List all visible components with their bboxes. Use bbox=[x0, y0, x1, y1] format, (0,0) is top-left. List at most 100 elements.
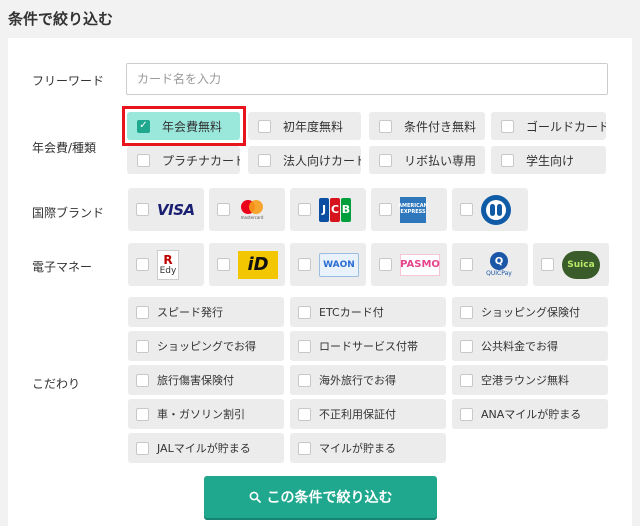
feature-shopping-deals[interactable]: ショッピングでお得 bbox=[128, 331, 284, 361]
checkbox-icon[interactable] bbox=[460, 258, 473, 271]
option-first-year-free[interactable]: 初年度無料 bbox=[248, 112, 361, 140]
feature-ana-miles[interactable]: ANAマイルが貯まる bbox=[452, 399, 608, 429]
option-label: マイルが貯まる bbox=[319, 442, 396, 455]
checkbox-icon[interactable] bbox=[379, 119, 392, 133]
feature-etc-card[interactable]: ETCカード付 bbox=[290, 297, 446, 327]
option-student[interactable]: 学生向け bbox=[491, 146, 606, 174]
checkbox-icon[interactable] bbox=[258, 119, 271, 133]
emoney-label: 電子マネー bbox=[32, 260, 93, 274]
option-label: 不正利用保証付 bbox=[319, 408, 396, 421]
option-label: プラチナカード bbox=[162, 153, 240, 168]
checkbox-icon[interactable] bbox=[136, 407, 149, 421]
checkbox-icon[interactable] bbox=[379, 153, 392, 167]
page-title: 条件で絞り込む bbox=[8, 10, 114, 28]
checkbox-icon[interactable] bbox=[298, 305, 311, 319]
feature-overseas-travel[interactable]: 海外旅行でお得 bbox=[290, 365, 446, 395]
checkbox-icon[interactable] bbox=[136, 203, 149, 216]
brand-jcb[interactable]: JCB bbox=[290, 188, 366, 231]
checkbox-icon[interactable] bbox=[217, 258, 230, 271]
option-revolving-only[interactable]: リボ払い専用 bbox=[369, 146, 485, 174]
visa-logo-icon: VISA bbox=[157, 200, 195, 219]
quicpay-logo-icon: Q QUICPay bbox=[481, 251, 517, 279]
option-conditional-free[interactable]: 条件付き無料 bbox=[369, 112, 485, 140]
option-label: ショッピングでお得 bbox=[157, 340, 256, 353]
checkbox-icon[interactable] bbox=[137, 153, 150, 167]
checkbox-icon[interactable] bbox=[460, 373, 473, 387]
feature-road-service[interactable]: ロードサービス付帯 bbox=[290, 331, 446, 361]
card-name-search-input[interactable] bbox=[126, 63, 608, 95]
option-label: ショッピング保険付 bbox=[481, 306, 580, 319]
emoney-id[interactable]: iD bbox=[209, 243, 285, 286]
checkbox-icon[interactable] bbox=[258, 153, 271, 167]
feature-travel-insurance[interactable]: 旅行傷害保険付 bbox=[128, 365, 284, 395]
option-label: 条件付き無料 bbox=[404, 119, 477, 134]
emoney-quicpay[interactable]: Q QUICPay bbox=[452, 243, 528, 286]
option-label: 公共料金でお得 bbox=[481, 340, 558, 353]
emoney-edy[interactable]: R Edy bbox=[128, 243, 204, 286]
option-label: 車・ガソリン割引 bbox=[157, 408, 245, 421]
brand-amex[interactable]: AMERICAN EXPRESS bbox=[371, 188, 447, 231]
checkbox-icon[interactable] bbox=[460, 407, 473, 421]
emoney-suica[interactable]: Suica bbox=[533, 243, 609, 286]
checkbox-icon[interactable] bbox=[460, 339, 473, 353]
checkbox-icon[interactable] bbox=[298, 441, 311, 455]
filter-submit-button[interactable]: この条件で絞り込む bbox=[204, 476, 437, 518]
option-corporate-card[interactable]: 法人向けカード bbox=[248, 146, 361, 174]
option-label: ロードサービス付帯 bbox=[319, 340, 418, 353]
checkbox-icon[interactable] bbox=[136, 441, 149, 455]
feature-shopping-insurance[interactable]: ショッピング保険付 bbox=[452, 297, 608, 327]
checkbox-icon[interactable] bbox=[298, 339, 311, 353]
checkbox-icon[interactable] bbox=[298, 258, 311, 271]
checkbox-icon[interactable] bbox=[460, 305, 473, 319]
submit-label: この条件で絞り込む bbox=[266, 490, 393, 506]
option-label: ゴールドカード bbox=[526, 119, 606, 134]
option-label: 学生向け bbox=[526, 153, 575, 168]
jcb-logo-icon: JCB bbox=[319, 197, 351, 222]
search-icon bbox=[249, 491, 261, 503]
option-platinum-card[interactable]: プラチナカード bbox=[127, 146, 240, 174]
checkbox-icon[interactable] bbox=[136, 305, 149, 319]
checkbox-icon[interactable] bbox=[298, 203, 311, 216]
feature-car-gasoline[interactable]: 車・ガソリン割引 bbox=[128, 399, 284, 429]
mastercard-wordmark: mastercard bbox=[240, 215, 264, 220]
checkbox-icon[interactable] bbox=[136, 258, 149, 271]
checkbox-icon[interactable] bbox=[541, 258, 554, 271]
checkbox-icon[interactable] bbox=[379, 203, 392, 216]
checkbox-icon[interactable] bbox=[136, 339, 149, 353]
feature-speed-issue[interactable]: スピード発行 bbox=[128, 297, 284, 327]
feature-miles[interactable]: マイルが貯まる bbox=[290, 433, 446, 463]
brand-diners[interactable] bbox=[452, 188, 528, 231]
option-label: 初年度無料 bbox=[283, 119, 344, 134]
feature-fraud-protection[interactable]: 不正利用保証付 bbox=[290, 399, 446, 429]
id-logo-icon: iD bbox=[238, 250, 278, 279]
selection-highlight-frame bbox=[122, 106, 246, 146]
emoney-pasmo[interactable]: PASMO bbox=[371, 243, 447, 286]
brand-label: 国際ブランド bbox=[32, 206, 105, 220]
rakuten-edy-logo-icon: R Edy bbox=[157, 249, 179, 280]
option-label: 空港ラウンジ無料 bbox=[481, 374, 569, 387]
feature-utility-bills[interactable]: 公共料金でお得 bbox=[452, 331, 608, 361]
checkbox-icon[interactable] bbox=[379, 258, 392, 271]
option-gold-card[interactable]: ゴールドカード bbox=[491, 112, 606, 140]
checkbox-icon[interactable] bbox=[460, 203, 473, 216]
checkbox-icon[interactable] bbox=[501, 119, 514, 133]
amex-logo-icon: AMERICAN EXPRESS bbox=[398, 196, 428, 223]
emoney-waon[interactable]: WAON bbox=[290, 243, 366, 286]
option-label: スピード発行 bbox=[157, 306, 223, 319]
option-label: JALマイルが貯まる bbox=[157, 442, 251, 455]
option-label: リボ払い専用 bbox=[404, 153, 477, 168]
feature-airport-lounge[interactable]: 空港ラウンジ無料 bbox=[452, 365, 608, 395]
checkbox-icon[interactable] bbox=[298, 407, 311, 421]
waon-logo-icon: WAON bbox=[319, 252, 359, 277]
option-label: 法人向けカード bbox=[283, 153, 361, 168]
option-label: ETCカード付 bbox=[319, 306, 384, 319]
freeword-label: フリーワード bbox=[32, 74, 105, 88]
brand-visa[interactable]: VISA bbox=[128, 188, 204, 231]
checkbox-icon[interactable] bbox=[217, 203, 230, 216]
brand-mastercard[interactable]: mastercard bbox=[209, 188, 285, 231]
checkbox-icon[interactable] bbox=[501, 153, 514, 167]
checkbox-icon[interactable] bbox=[136, 373, 149, 387]
checkbox-icon[interactable] bbox=[298, 373, 311, 387]
feature-jal-miles[interactable]: JALマイルが貯まる bbox=[128, 433, 284, 463]
suica-logo-icon: Suica bbox=[562, 250, 600, 279]
